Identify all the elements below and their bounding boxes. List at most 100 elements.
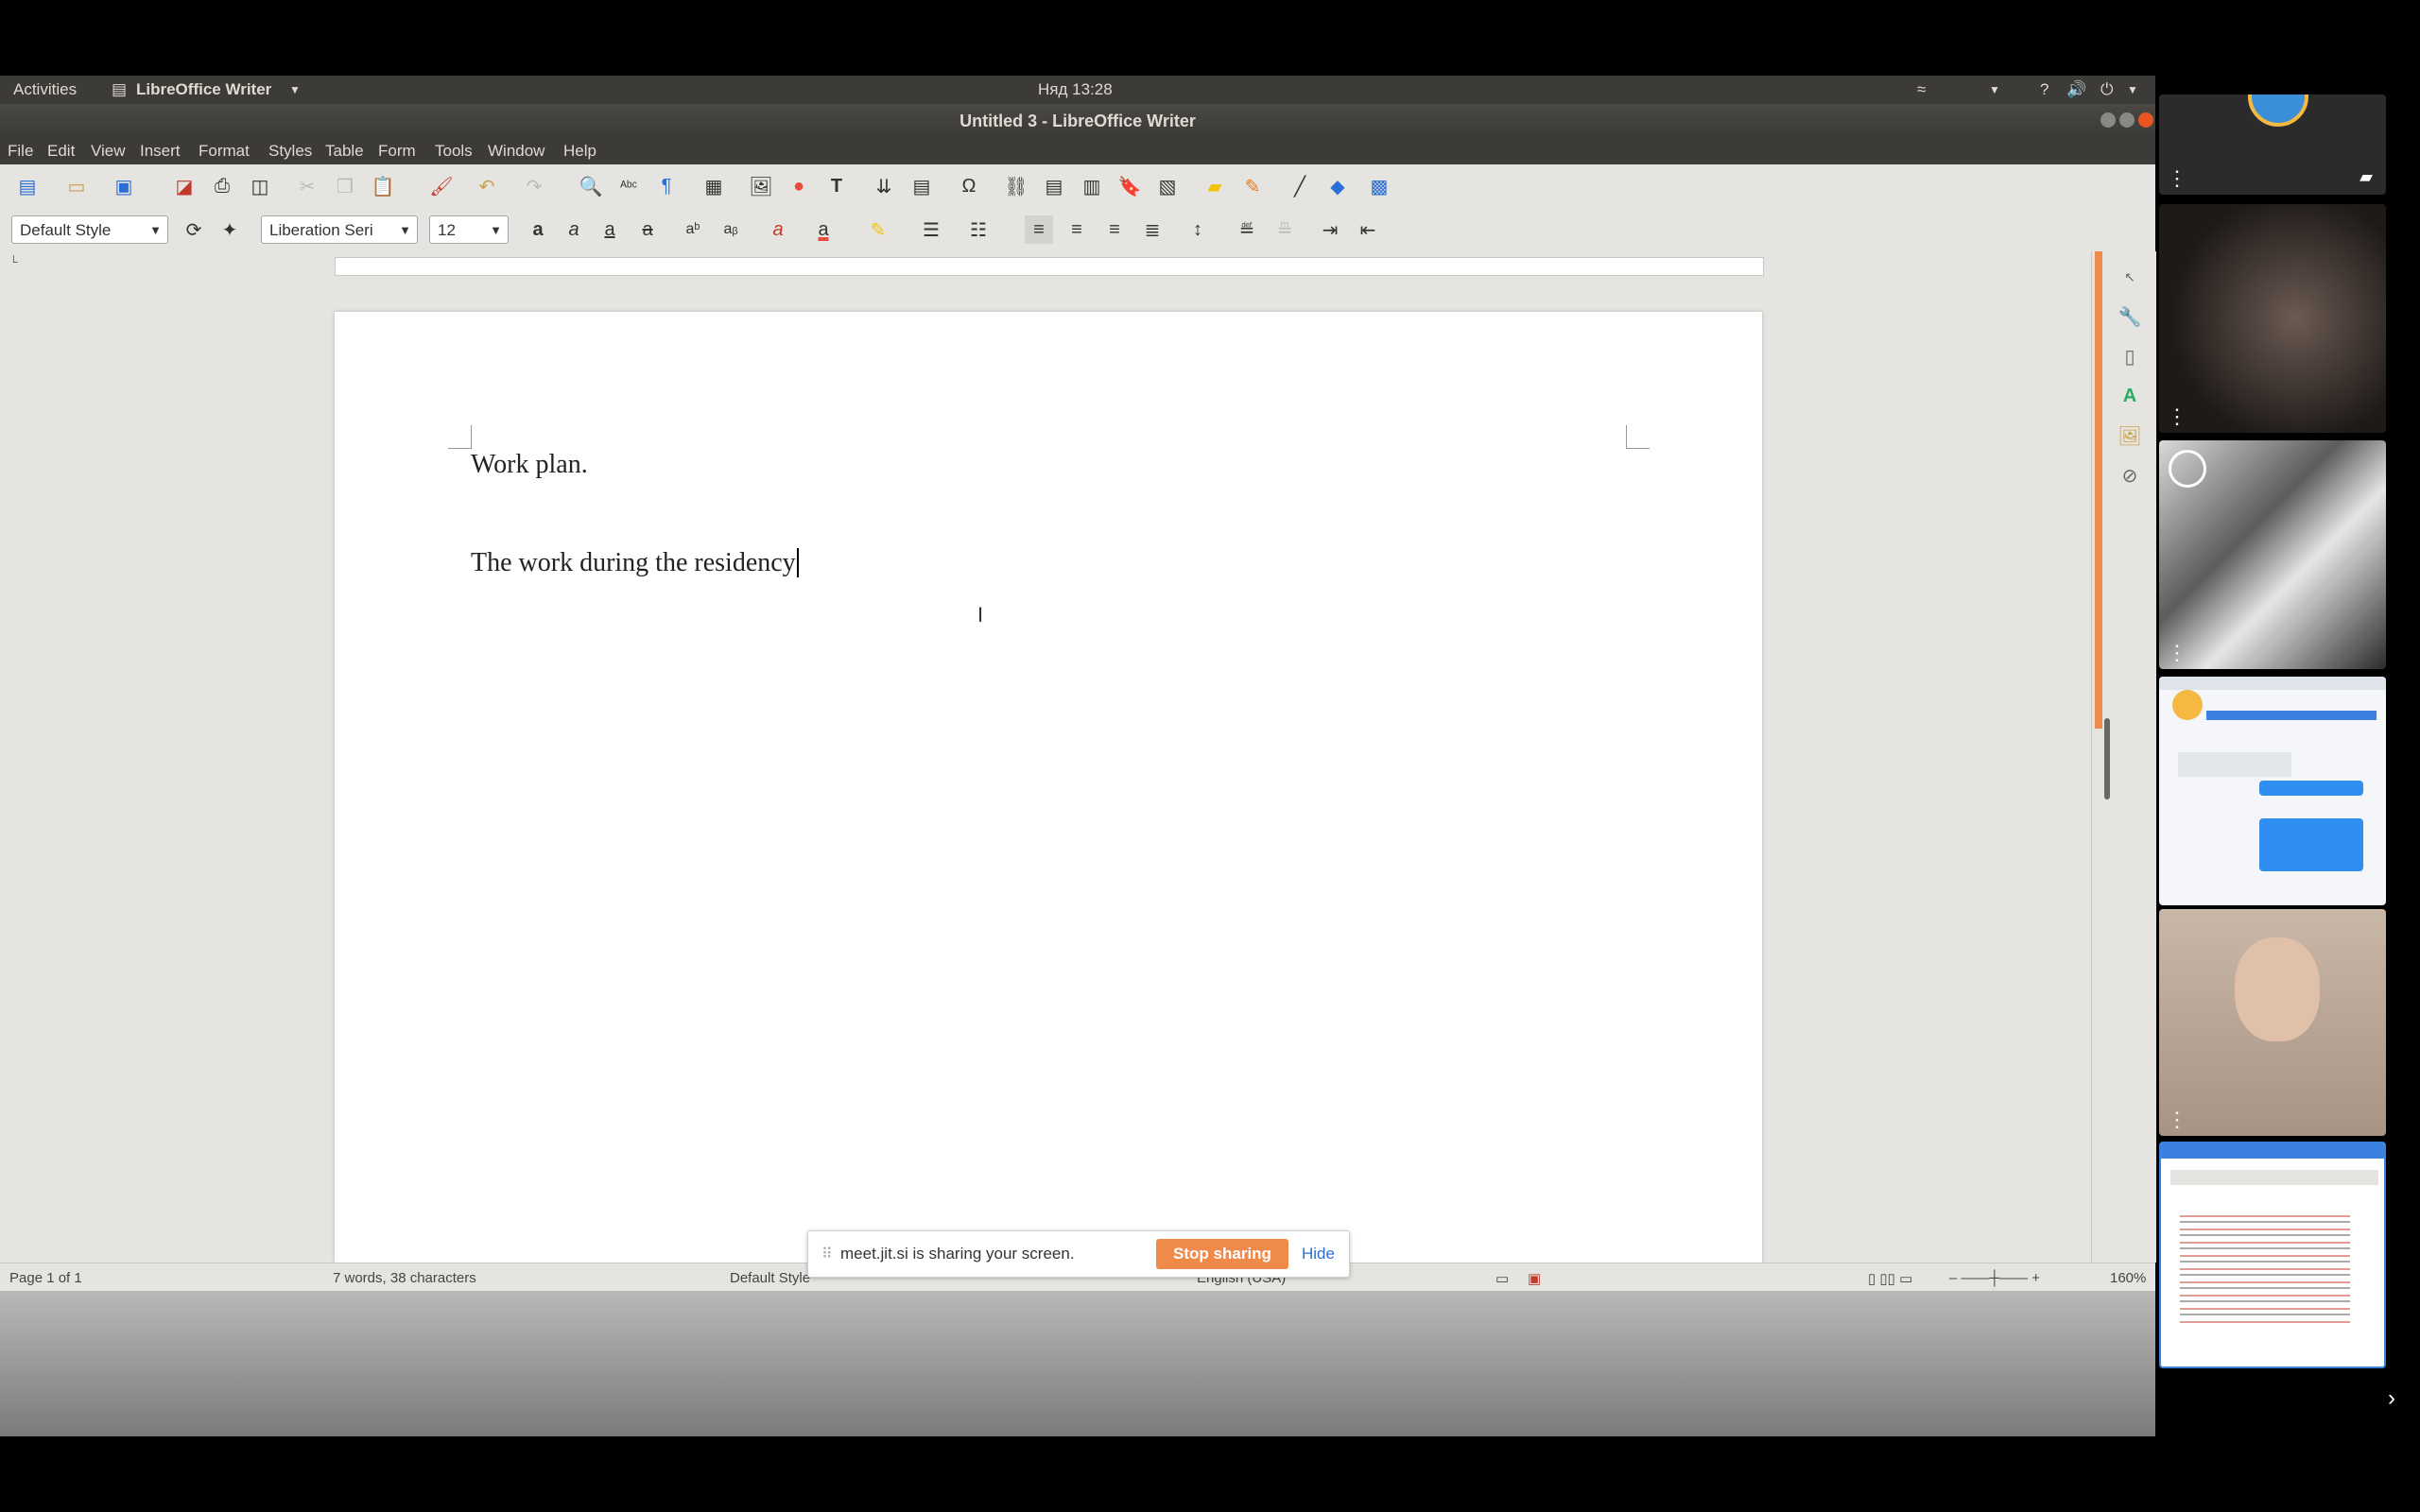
menu-edit[interactable]: Edit [47,142,75,161]
participant-video[interactable]: ⋮ [2159,909,2386,1136]
volume-icon[interactable]: 🔊 [2066,80,2086,99]
stop-sharing-button[interactable]: Stop sharing [1156,1239,1288,1269]
clock[interactable]: Няд 13:28 [1038,80,1113,99]
clone-formatting-icon[interactable]: 🖌 [427,172,456,200]
special-character-icon[interactable]: Ω [955,172,983,200]
font-color-icon[interactable]: a [809,215,838,244]
menu-file[interactable]: File [8,142,33,161]
gallery-icon[interactable]: 🖼 [2118,423,2142,448]
page-style[interactable]: Default Style [730,1270,810,1286]
view-layout-icon[interactable]: ▯ ▯▯ ▭ [1868,1270,1912,1287]
menu-format[interactable]: Format [199,142,250,161]
endnote-icon[interactable]: ▥ [1078,172,1106,200]
new-style-icon[interactable]: ✦ [216,215,244,244]
app-menu-button[interactable]: LibreOffice Writer [136,80,271,99]
undo-icon[interactable]: ↶ [473,172,501,200]
menu-insert[interactable]: Insert [140,142,181,161]
drag-handle-icon[interactable]: ⠿ [821,1245,833,1263]
sidebar-menu-icon[interactable]: ↖ [2118,265,2142,289]
chevron-down-icon[interactable]: ▼ [2127,83,2138,96]
navigator-icon[interactable]: ⊘ [2118,463,2142,488]
tab-stop-icon[interactable]: └ [9,255,18,268]
redo-icon[interactable]: ↷ [520,172,548,200]
menu-window[interactable]: Window [488,142,544,161]
menu-tools[interactable]: Tools [435,142,473,161]
strikethrough-icon[interactable]: a [633,215,662,244]
horizontal-ruler[interactable] [335,257,1764,276]
update-style-icon[interactable]: ⟳ [180,215,208,244]
align-left-icon[interactable]: ≡ [1025,215,1053,244]
more-options-icon[interactable]: ⋮ [2167,1109,2187,1130]
close-button[interactable] [2138,112,2153,128]
participant-screen-share[interactable] [2159,677,2386,905]
menu-table[interactable]: Table [325,142,364,161]
comment-icon[interactable]: ▰ [1201,172,1229,200]
basic-shapes-icon[interactable]: ◆ [1323,172,1352,200]
cut-icon[interactable]: ✂ [293,172,321,200]
insert-mode-icon[interactable]: ▭ [1495,1270,1509,1287]
properties-icon[interactable]: 🔧 [2118,304,2142,329]
save-icon[interactable]: ▣ [110,172,138,200]
participant-tile[interactable]: ⋮ ▰ [2159,94,2386,195]
zoom-slider[interactable]: – ——┼—— + [1949,1270,2040,1286]
insert-textbox-icon[interactable]: T [822,172,851,200]
open-folder-icon[interactable]: ▭ [62,172,91,200]
chevron-right-icon[interactable]: › [2388,1385,2395,1412]
bookmark-icon[interactable]: 🔖 [1115,172,1144,200]
network-icon[interactable]: ≈ [1917,80,1926,99]
minimize-button[interactable] [2100,112,2116,128]
line-spacing-icon[interactable]: ↕ [1184,215,1212,244]
hide-link[interactable]: Hide [1302,1245,1335,1263]
maximize-button[interactable] [2119,112,2135,128]
document-line-1[interactable]: Work plan. [471,450,588,480]
document-line-2[interactable]: The work during the residency​ [471,548,799,578]
increase-indent-icon[interactable]: ⇥ [1316,215,1344,244]
page-break-icon[interactable]: ⇊ [870,172,898,200]
font-size-combo[interactable]: 12 ▼ [429,215,509,244]
menu-help[interactable]: Help [563,142,596,161]
hyperlink-icon[interactable]: ⛓ [1002,172,1030,200]
activities-button[interactable]: Activities [13,80,77,99]
draw-functions-icon[interactable]: ▩ [1365,172,1393,200]
page-count[interactable]: Page 1 of 1 [9,1270,82,1286]
paste-icon[interactable]: 📋 [369,172,397,200]
insert-field-icon[interactable]: ▤ [908,172,936,200]
menu-view[interactable]: View [91,142,126,161]
footnote-icon[interactable]: ▤ [1040,172,1068,200]
help-icon[interactable]: ? [2040,80,2048,99]
word-count[interactable]: 7 words, 38 characters [333,1270,476,1286]
power-icon[interactable]: ⏻ [2100,80,2113,99]
cross-reference-icon[interactable]: ▧ [1153,172,1182,200]
justify-icon[interactable]: ≣ [1138,215,1167,244]
more-options-icon[interactable]: ⋮ [2167,168,2187,189]
copy-icon[interactable]: ❐ [331,172,359,200]
italic-icon[interactable]: a [560,215,588,244]
zoom-level[interactable]: 160% [2110,1270,2146,1286]
print-preview-icon[interactable]: ◫ [246,172,274,200]
formatting-marks-icon[interactable]: ¶ [652,172,681,200]
page-icon[interactable]: ▯ [2118,344,2142,369]
sidebar-splitter[interactable] [2104,718,2110,799]
find-replace-icon[interactable]: 🔍 [577,172,605,200]
participant-screen-share[interactable] [2159,1142,2386,1368]
insert-image-icon[interactable]: 🖼 [747,172,775,200]
participant-video[interactable]: ⋮ [2159,440,2386,669]
increase-paragraph-spacing-icon[interactable]: ≝ [1233,215,1261,244]
styles-icon[interactable]: A [2118,384,2142,408]
participant-video[interactable]: ⋮ [2159,204,2386,433]
align-right-icon[interactable]: ≡ [1100,215,1129,244]
export-pdf-icon[interactable]: ◪ [170,172,199,200]
insert-chart-icon[interactable]: ● [785,172,813,200]
menu-form[interactable]: Form [378,142,416,161]
document-page[interactable]: Work plan. The work during the residency… [335,312,1762,1263]
numbered-list-icon[interactable]: ☷ [964,215,993,244]
subscript-icon[interactable]: aᵦ [717,215,745,244]
track-changes-icon[interactable]: ✎ [1238,172,1267,200]
bullet-list-icon[interactable]: ☰ [917,215,945,244]
insert-table-icon[interactable]: ▦ [700,172,728,200]
font-name-combo[interactable]: Liberation Seri ▼ [261,215,418,244]
more-options-icon[interactable]: ⋮ [2167,406,2187,427]
print-icon[interactable]: ⎙ [208,172,236,200]
align-center-icon[interactable]: ≡ [1063,215,1091,244]
line-icon[interactable]: ╱ [1286,172,1314,200]
